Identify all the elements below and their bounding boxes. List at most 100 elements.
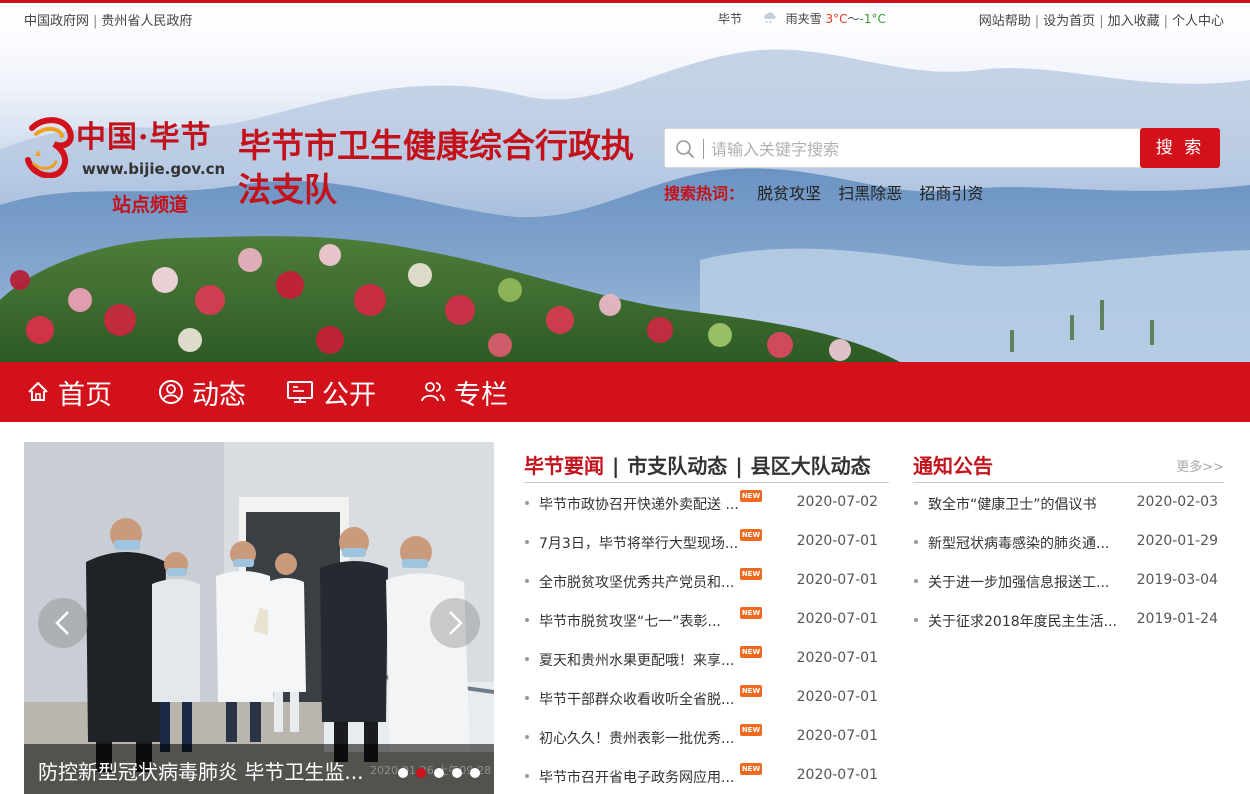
tab-city-team-news[interactable]: 市支队动态 bbox=[627, 454, 727, 478]
list-item[interactable]: 毕节市脱贫攻坚“七一”表彰... NEW 2020-07-01 bbox=[524, 607, 889, 648]
link-add-favorite[interactable]: 加入收藏 bbox=[1108, 14, 1160, 29]
search-bar: 搜 索 bbox=[664, 128, 1220, 168]
news-title[interactable]: 7月3日，毕节将举行大型现场... bbox=[539, 533, 738, 553]
monitor-icon bbox=[287, 381, 313, 403]
notice-item-title[interactable]: 新型冠状病毒感染的肺炎通... bbox=[928, 533, 1109, 553]
search-input[interactable] bbox=[711, 137, 1131, 161]
notice-item-date: 2020-01-29 bbox=[1136, 533, 1218, 549]
list-item[interactable]: 初心久久！贵州表彰一批优秀... NEW 2020-07-01 bbox=[524, 724, 889, 765]
list-item[interactable]: 夏天和贵州水果更配哦！来享... NEW 2020-07-01 bbox=[524, 646, 889, 687]
home-icon bbox=[28, 382, 48, 401]
news-date: 2020-07-01 bbox=[796, 650, 878, 666]
nav-item-news[interactable]: 动态 bbox=[158, 362, 246, 422]
news-title[interactable]: 毕节干部群众收看收听全省脱... bbox=[539, 689, 734, 709]
carousel-dot[interactable] bbox=[470, 768, 480, 778]
weather-city: 毕节 bbox=[718, 12, 743, 26]
people-icon bbox=[421, 382, 445, 402]
carousel-next-button[interactable] bbox=[430, 598, 480, 648]
notice-divider bbox=[913, 482, 1224, 483]
news-carousel[interactable]: 防控新型冠状病毒肺炎 毕节卫生监... 2020-01-26 上午09:28 bbox=[24, 442, 494, 794]
tab-county-team-news[interactable]: 县区大队动态 bbox=[751, 454, 871, 478]
news-title[interactable]: 毕节市召开省电子政务网应用... bbox=[539, 767, 734, 787]
hot-keywords-label: 搜索热词： bbox=[664, 184, 745, 203]
news-list: 毕节市政协召开快递外卖配送 ... NEW 2020-07-02 7月3日，毕节将举… bbox=[524, 490, 889, 794]
logo-name: 中国·毕节 bbox=[76, 120, 212, 155]
link-guizhou-gov[interactable]: 贵州省人民政府 bbox=[101, 14, 192, 29]
new-badge: NEW bbox=[740, 685, 762, 697]
news-divider bbox=[524, 482, 889, 483]
weather-temp-high: 3°C bbox=[825, 12, 848, 26]
carousel-dot[interactable] bbox=[434, 768, 444, 778]
news-date: 2020-07-01 bbox=[796, 767, 878, 783]
nav-label-public: 公开 bbox=[322, 379, 376, 411]
notice-item-date: 2019-03-04 bbox=[1136, 572, 1218, 588]
sleet-icon bbox=[764, 12, 776, 24]
carousel-dot[interactable] bbox=[416, 768, 426, 778]
carousel-dot[interactable] bbox=[398, 768, 408, 778]
chevron-left-icon bbox=[55, 611, 69, 635]
news-date: 2020-07-01 bbox=[796, 572, 878, 588]
bijie-emblem-icon bbox=[25, 117, 74, 178]
nav-item-public[interactable]: 公开 bbox=[286, 362, 376, 422]
new-badge: NEW bbox=[740, 724, 762, 736]
top-accent-line bbox=[0, 0, 1250, 3]
nav-item-column[interactable]: 专栏 bbox=[420, 362, 508, 422]
nav-item-home[interactable]: 首页 bbox=[26, 362, 112, 422]
news-date: 2020-07-02 bbox=[796, 494, 878, 510]
site-title: 毕节市卫生健康综合行政执法支队 bbox=[238, 126, 634, 209]
tab-bijie-news[interactable]: 毕节要闻 bbox=[524, 454, 604, 478]
notice-item-title[interactable]: 关于征求2018年度民主生活... bbox=[928, 611, 1117, 631]
notice-item-date: 2019-01-24 bbox=[1136, 611, 1218, 627]
link-personal-center[interactable]: 个人中心 bbox=[1172, 14, 1224, 29]
new-badge: NEW bbox=[740, 568, 762, 580]
list-item[interactable]: 毕节干部群众收看收听全省脱... NEW 2020-07-01 bbox=[524, 685, 889, 726]
hot-keyword-crime[interactable]: 扫黑除恶 bbox=[838, 184, 902, 203]
news-title[interactable]: 毕节市脱贫攻坚“七一”表彰... bbox=[539, 611, 721, 631]
hot-keyword-poverty[interactable]: 脱贫攻坚 bbox=[757, 184, 821, 203]
news-date: 2020-07-01 bbox=[796, 689, 878, 705]
list-item[interactable]: 新型冠状病毒感染的肺炎通... 2020-01-29 bbox=[913, 531, 1224, 570]
list-item[interactable]: 毕节市政协召开快递外卖配送 ... NEW 2020-07-02 bbox=[524, 490, 889, 531]
weather-widget: 毕节 雨夹雪 3°C～-1°C bbox=[718, 10, 886, 27]
list-item[interactable]: 关于进一步加强信息报送工... 2019-03-04 bbox=[913, 570, 1224, 609]
news-title[interactable]: 全市脱贫攻坚优秀共产党员和... bbox=[539, 572, 734, 592]
new-badge: NEW bbox=[740, 646, 762, 658]
list-item[interactable]: 7月3日，毕节将举行大型现场... NEW 2020-07-01 bbox=[524, 529, 889, 570]
chevron-right-icon bbox=[449, 611, 463, 635]
search-icon bbox=[676, 140, 694, 158]
search-button[interactable]: 搜 索 bbox=[1140, 128, 1220, 168]
logo-url: www.bijie.gov.cn bbox=[82, 160, 226, 178]
new-badge: NEW bbox=[740, 529, 762, 541]
site-logo[interactable]: 中国·毕节 www.bijie.gov.cn 站点频道 bbox=[24, 112, 234, 220]
list-item[interactable]: 关于征求2018年度民主生活... 2019-01-24 bbox=[913, 609, 1224, 648]
nav-label-home: 首页 bbox=[58, 379, 112, 411]
notice-item-date: 2020-02-03 bbox=[1136, 494, 1218, 510]
hot-keywords: 搜索热词： 脱贫攻坚 扫黑除恶 招商引资 bbox=[664, 180, 995, 204]
list-item[interactable]: 毕节市召开省电子政务网应用... NEW 2020-07-01 bbox=[524, 763, 889, 794]
search-caret bbox=[703, 139, 704, 159]
carousel-dots bbox=[398, 768, 488, 780]
notice-list: 致全市“健康卫士”的倡议书 2020-02-03 新型冠状病毒感染的肺炎通... 2… bbox=[913, 492, 1224, 648]
hot-keyword-investment[interactable]: 招商引资 bbox=[919, 184, 983, 203]
new-badge: NEW bbox=[740, 763, 762, 775]
notice-item-title[interactable]: 关于进一步加强信息报送工... bbox=[928, 572, 1109, 592]
news-title[interactable]: 夏天和贵州水果更配哦！来享... bbox=[539, 650, 734, 670]
link-set-homepage[interactable]: 设为首页 bbox=[1043, 14, 1095, 29]
user-circle-icon bbox=[159, 380, 183, 404]
carousel-dot[interactable] bbox=[452, 768, 462, 778]
search-box bbox=[664, 128, 1144, 168]
nav-label-news: 动态 bbox=[192, 379, 246, 411]
news-title[interactable]: 毕节市政协召开快递外卖配送 ... bbox=[539, 494, 739, 514]
carousel-caption[interactable]: 防控新型冠状病毒肺炎 毕节卫生监... bbox=[38, 756, 363, 785]
link-gov-cn[interactable]: 中国政府网 bbox=[24, 14, 89, 29]
notice-more-link[interactable]: 更多>> bbox=[1176, 456, 1224, 475]
notice-item-title[interactable]: 致全市“健康卫士”的倡议书 bbox=[928, 494, 1097, 514]
news-date: 2020-07-01 bbox=[796, 533, 878, 549]
new-badge: NEW bbox=[740, 607, 762, 619]
list-item[interactable]: 致全市“健康卫士”的倡议书 2020-02-03 bbox=[913, 492, 1224, 531]
link-help[interactable]: 网站帮助 bbox=[979, 14, 1031, 29]
news-title[interactable]: 初心久久！贵州表彰一批优秀... bbox=[539, 728, 734, 748]
carousel-prev-button[interactable] bbox=[38, 598, 88, 648]
notice-panel: 通知公告 更多>> 致全市“健康卫士”的倡议书 2020-02-03 新型冠状病毒… bbox=[913, 442, 1224, 794]
list-item[interactable]: 全市脱贫攻坚优秀共产党员和... NEW 2020-07-01 bbox=[524, 568, 889, 609]
